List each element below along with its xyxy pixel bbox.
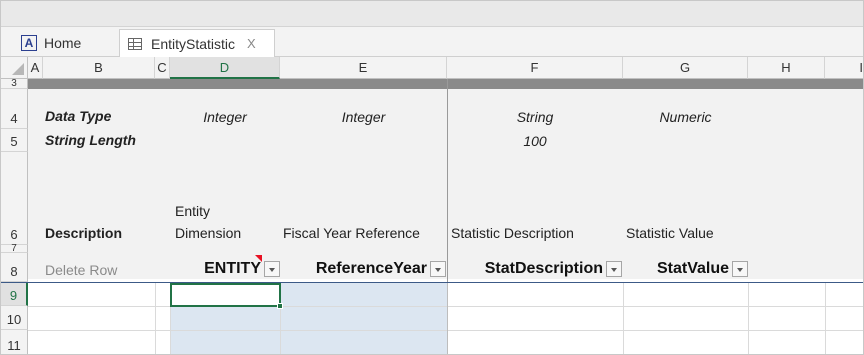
column-gridline <box>447 282 448 354</box>
filter-dropdown-icon[interactable] <box>264 261 280 277</box>
column-gridline <box>623 282 624 354</box>
row-header-5[interactable]: 5 <box>1 129 28 152</box>
column-header-e[interactable]: E <box>280 57 447 79</box>
row-header-4[interactable]: 4 <box>1 89 28 129</box>
column-header-d[interactable]: D <box>170 57 280 79</box>
column-header-h[interactable]: H <box>748 57 825 79</box>
type-g: Numeric <box>659 109 712 125</box>
fill-handle[interactable] <box>277 303 283 309</box>
tab-home-label: Home <box>44 35 82 51</box>
desc-g: Statistic Value <box>626 225 714 241</box>
column-header-i[interactable]: I <box>825 57 863 79</box>
column-header-b[interactable]: B <box>43 57 155 79</box>
data-type-label: Data Type <box>45 108 112 124</box>
column-header-f[interactable]: F <box>447 57 623 79</box>
row-header-7[interactable]: 7 <box>1 243 28 253</box>
workbook-window: A Home EntityStatistic X A B C D E F G H… <box>0 0 864 355</box>
desc-e: Fiscal Year Reference <box>283 225 420 241</box>
row-header-8[interactable]: 8 <box>1 253 28 282</box>
column-header-g[interactable]: G <box>623 57 748 79</box>
row-gridline <box>28 306 863 307</box>
frozen-row-line <box>1 282 863 283</box>
sheet-tab-strip: A Home EntityStatistic X <box>1 27 863 57</box>
type-e: Integer <box>341 109 386 125</box>
column-gridline <box>748 282 749 354</box>
active-cell-d9[interactable] <box>170 283 281 307</box>
column-gridline <box>825 282 826 354</box>
filter-dropdown-icon[interactable] <box>606 261 622 277</box>
type-f: String <box>516 109 554 125</box>
type-d: Integer <box>203 109 247 125</box>
a-icon: A <box>21 35 37 51</box>
column-header-statvalue: StatValue <box>623 259 748 279</box>
frozen-header-band <box>28 79 863 89</box>
tab-entitystatistic[interactable]: EntityStatistic X <box>119 29 275 57</box>
column-header-c[interactable]: C <box>155 57 170 79</box>
referenceyear-header-label: ReferenceYear <box>315 260 427 277</box>
spreadsheet-grid[interactable]: A B C D E F G H I 3 4 5 6 7 8 9 10 11 Da… <box>1 57 863 354</box>
row-header-10[interactable]: 10 <box>1 306 28 330</box>
column-header-referenceyear: ReferenceYear <box>280 259 446 279</box>
close-tab-icon[interactable]: X <box>247 36 256 51</box>
tab-entitystatistic-label: EntityStatistic <box>151 35 236 52</box>
description-label: Description <box>45 225 123 241</box>
delete-row-button[interactable]: Delete Row <box>45 262 117 278</box>
ribbon-strip <box>1 1 863 27</box>
tab-home[interactable]: A Home <box>21 29 81 57</box>
filter-dropdown-icon[interactable] <box>430 261 446 277</box>
comment-indicator-icon[interactable] <box>255 255 262 262</box>
entity-header-label: ENTITY <box>204 260 261 277</box>
row-header-6[interactable]: 6 <box>1 152 28 245</box>
desc-f: Statistic Description <box>451 225 574 241</box>
column-header-a[interactable]: A <box>28 57 43 79</box>
select-all-corner[interactable] <box>1 57 28 79</box>
row-gridline <box>28 330 863 331</box>
desc-d-line1: Entity <box>175 203 211 219</box>
string-length-label: String Length <box>45 132 136 148</box>
column-header-statdescription: StatDescription <box>447 259 622 279</box>
row-header-9[interactable]: 9 <box>1 282 28 306</box>
length-f: 100 <box>523 133 547 149</box>
column-gridline <box>155 282 156 354</box>
statdescription-header-label: StatDescription <box>484 260 603 277</box>
statvalue-header-label: StatValue <box>656 260 729 277</box>
desc-d-line2: Dimension <box>175 225 242 241</box>
row-header-3[interactable]: 3 <box>1 78 28 89</box>
filter-dropdown-icon[interactable] <box>732 261 748 277</box>
table-icon <box>128 37 142 50</box>
column-header-entity: ENTITY <box>170 259 280 279</box>
data-rows-area[interactable] <box>28 282 863 354</box>
row-header-11[interactable]: 11 <box>1 330 28 354</box>
